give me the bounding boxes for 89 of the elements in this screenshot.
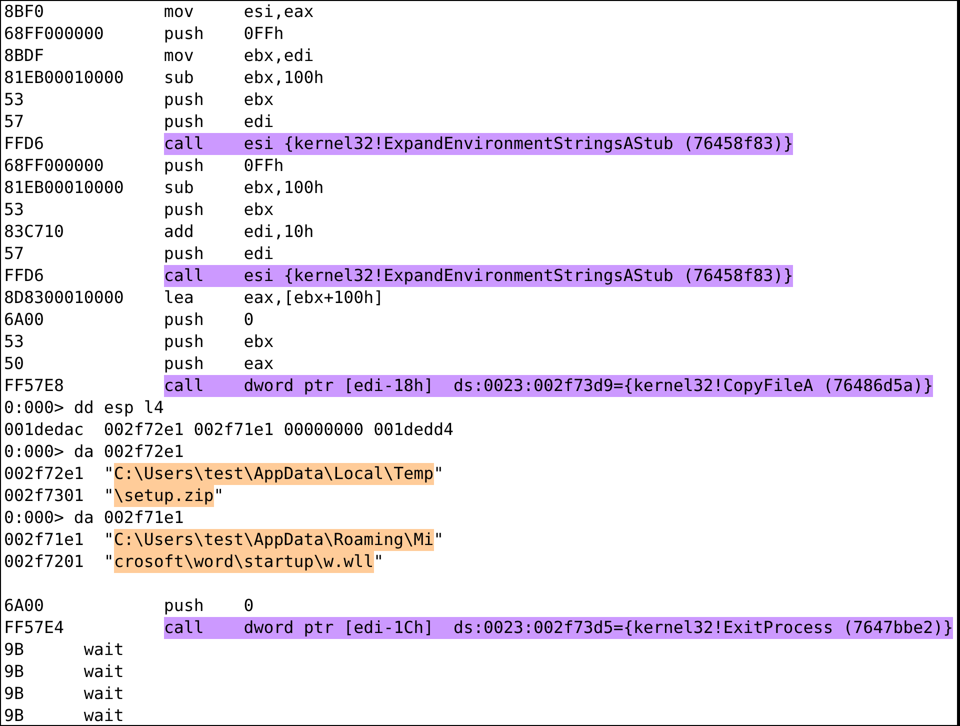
mnemonic: wait	[84, 683, 124, 705]
mnemonic: sub	[164, 177, 195, 199]
instruction-bytes: 6A00	[4, 595, 45, 617]
instruction-bytes: FF57E4	[4, 617, 65, 639]
quote-mark: "	[214, 485, 224, 507]
mnemonic: push	[164, 331, 205, 353]
mnemonic: wait	[84, 705, 124, 725]
operands: eax,[ebx+100h]	[244, 287, 384, 309]
operands: ebx,edi	[244, 45, 314, 67]
instruction-bytes: FFD6	[4, 265, 45, 287]
mnemonic: push	[164, 111, 205, 133]
mnemonic: call	[164, 265, 244, 287]
quote-mark: "	[374, 551, 384, 573]
mnemonic: call	[164, 375, 244, 397]
quote-mark: "	[104, 551, 114, 573]
operands: eax	[244, 353, 274, 375]
instruction-bytes: 53	[4, 331, 25, 353]
operands: edi	[244, 111, 274, 133]
operands: ebx,100h	[244, 177, 324, 199]
mnemonic: add	[164, 221, 195, 243]
operands: ebx,100h	[244, 67, 324, 89]
instruction-bytes: 81EB00010000	[4, 67, 125, 89]
instruction-bytes: 68FF000000	[4, 155, 105, 177]
operands: dword ptr [edi-1Ch] ds:0023:002f73d5={kernel32!ExitProcess (7647bbe2)}	[244, 617, 954, 639]
quote-mark: "	[434, 463, 444, 485]
operands: ebx	[244, 89, 274, 111]
quote-mark: "	[104, 485, 114, 507]
memory-address: 001dedac	[4, 419, 85, 441]
string-value: C:\Users\test\AppData\Roaming\Mi	[114, 529, 434, 551]
operands: esi {kernel32!ExpandEnvironmentStringsAStub (76458f83)}	[244, 265, 794, 287]
mnemonic: push	[164, 89, 205, 111]
instruction-bytes: 57	[4, 243, 25, 265]
instruction-bytes: 9B	[4, 661, 25, 683]
mnemonic: wait	[84, 639, 124, 661]
operands: 0	[244, 595, 254, 617]
instruction-bytes: 8BDF	[4, 45, 45, 67]
string-value: crosoft\word\startup\w.wll	[114, 551, 374, 573]
quote-mark: "	[104, 529, 114, 551]
operands: 0FFh	[244, 155, 284, 177]
quote-mark: "	[434, 529, 444, 551]
string-value: C:\Users\test\AppData\Local\Temp	[114, 463, 434, 485]
mnemonic: push	[164, 243, 205, 265]
memory-address: 002f7201	[4, 551, 85, 573]
quote-mark: "	[104, 463, 114, 485]
memory-values: 002f72e1 002f71e1 00000000 001dedd4	[104, 419, 454, 441]
instruction-bytes: 9B	[4, 639, 25, 661]
mnemonic: sub	[164, 67, 195, 89]
instruction-bytes: 6A00	[4, 309, 45, 331]
instruction-bytes: FF57E8	[4, 375, 65, 397]
operands: esi,eax	[244, 1, 314, 23]
instruction-bytes: FFD6	[4, 133, 45, 155]
mnemonic: push	[164, 595, 205, 617]
mnemonic: mov	[164, 45, 195, 67]
instruction-bytes: 81EB00010000	[4, 177, 125, 199]
mnemonic: push	[164, 309, 205, 331]
instruction-bytes: 53	[4, 89, 25, 111]
operands: 0	[244, 309, 254, 331]
mnemonic: lea	[164, 287, 195, 309]
memory-address: 002f72e1	[4, 463, 85, 485]
instruction-bytes: 50	[4, 353, 25, 375]
instruction-bytes: 9B	[4, 683, 25, 705]
memory-address: 002f7301	[4, 485, 85, 507]
mnemonic: push	[164, 23, 205, 45]
debugger-command: 0:000> da 002f71e1	[4, 507, 184, 529]
instruction-bytes: 57	[4, 111, 25, 133]
operands: edi	[244, 243, 274, 265]
mnemonic: call	[164, 617, 244, 639]
operands: ebx	[244, 199, 274, 221]
instruction-bytes: 8D8300010000	[4, 287, 125, 309]
debugger-command: 0:000> dd esp l4	[4, 397, 164, 419]
operands: esi {kernel32!ExpandEnvironmentStringsAStub (76458f83)}	[244, 133, 794, 155]
instruction-bytes: 8BF0	[4, 1, 45, 23]
instruction-bytes: 83C710	[4, 221, 65, 243]
operands: edi,10h	[244, 221, 314, 243]
memory-address: 002f71e1	[4, 529, 85, 551]
operands: dword ptr [edi-18h] ds:0023:002f73d9={kernel32!CopyFileA (76486d5a)}	[244, 375, 934, 397]
mnemonic: push	[164, 155, 205, 177]
debugger-command: 0:000> da 002f72e1	[4, 441, 184, 463]
mnemonic: mov	[164, 1, 195, 23]
operands: ebx	[244, 331, 274, 353]
operands: 0FFh	[244, 23, 284, 45]
instruction-bytes: 53	[4, 199, 25, 221]
mnemonic: wait	[84, 661, 124, 683]
instruction-bytes: 68FF000000	[4, 23, 105, 45]
mnemonic: push	[164, 199, 205, 221]
instruction-bytes: 9B	[4, 705, 25, 725]
mnemonic: call	[164, 133, 244, 155]
mnemonic: push	[164, 353, 205, 375]
string-value: \setup.zip	[114, 485, 214, 507]
